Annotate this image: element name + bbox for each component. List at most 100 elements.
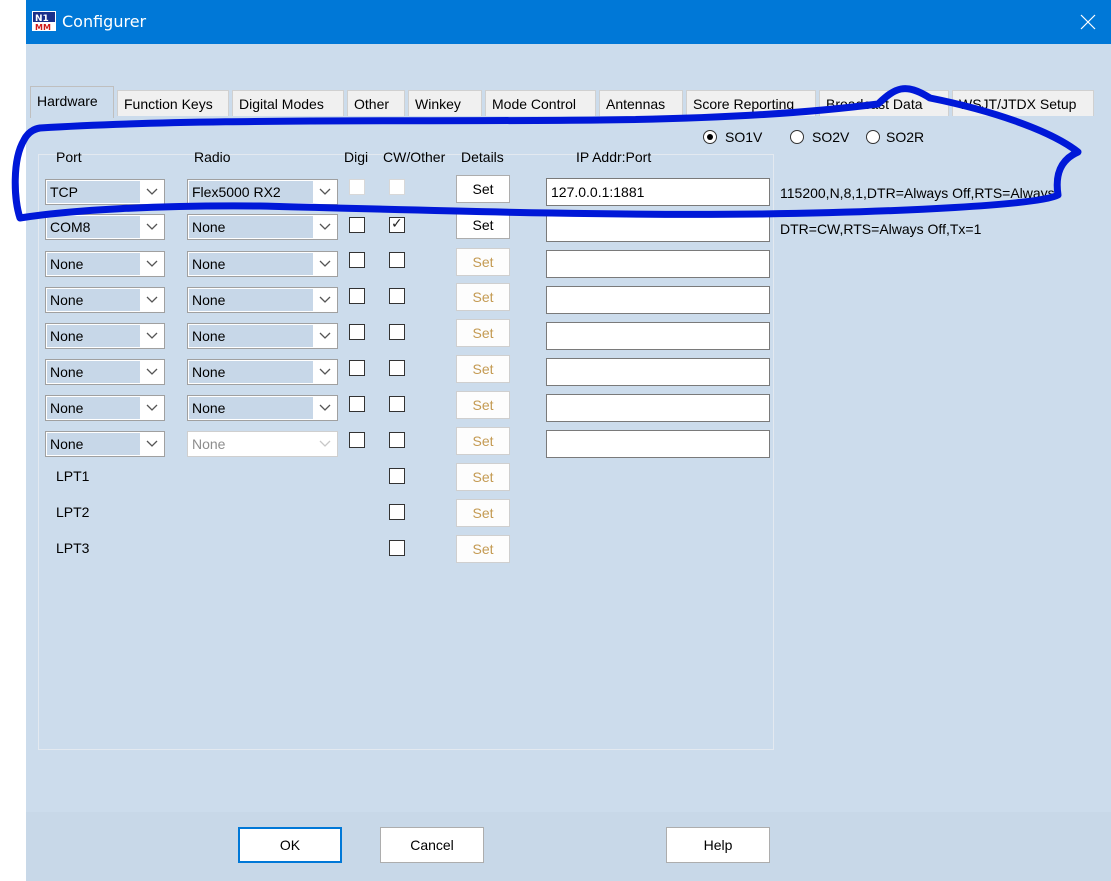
port-value: None [47, 397, 140, 419]
ip-addr-input[interactable] [546, 430, 770, 458]
tab-broadcast-data[interactable]: Broadcast Data [819, 90, 949, 116]
set-button[interactable]: Set [456, 463, 510, 491]
ip-addr-input[interactable] [546, 358, 770, 386]
chevron-down-icon [146, 404, 158, 411]
set-button[interactable]: Set [456, 499, 510, 527]
so2v-label: SO2V [812, 129, 850, 145]
digi-checkbox[interactable] [349, 288, 365, 304]
radio-select[interactable]: None [187, 214, 338, 240]
chevron-down-icon [319, 260, 331, 267]
port-settings-text: DTR=CW,RTS=Always Off,Tx=1 [780, 221, 982, 237]
ip-addr-input[interactable] [546, 394, 770, 422]
set-button[interactable]: Set [456, 283, 510, 311]
tab-mode-control[interactable]: Mode Control [485, 90, 596, 116]
radio-value: None [189, 361, 313, 383]
radio-value: None [189, 253, 313, 275]
cw-other-checkbox[interactable] [389, 324, 405, 340]
cw-other-checkbox[interactable] [389, 504, 405, 520]
chevron-down-icon [146, 260, 158, 267]
port-select[interactable]: TCP [45, 179, 165, 205]
close-icon [1080, 14, 1096, 30]
cw-other-checkbox[interactable] [389, 360, 405, 376]
details-header: Details [461, 149, 504, 165]
ok-button[interactable]: OK [238, 827, 342, 863]
radio-select[interactable]: None [187, 251, 338, 277]
cw-other-header: CW/Other [383, 149, 446, 165]
cw-other-checkbox[interactable] [389, 288, 405, 304]
set-button[interactable]: Set [456, 391, 510, 419]
radio-select[interactable]: None [187, 359, 338, 385]
cancel-button[interactable]: Cancel [380, 827, 484, 863]
set-button[interactable]: Set [456, 211, 510, 239]
port-select[interactable]: None [45, 395, 165, 421]
port-select[interactable]: COM8 [45, 214, 165, 240]
close-button[interactable] [1065, 0, 1111, 44]
radio-select[interactable]: None [187, 395, 338, 421]
lpt2-label: LPT2 [56, 504, 90, 520]
ip-addr-input[interactable] [546, 286, 770, 314]
ip-addr-input[interactable]: 127.0.0.1:1881 [546, 178, 770, 206]
port-select[interactable]: None [45, 359, 165, 385]
set-button[interactable]: Set [456, 175, 510, 203]
radio-value: None [189, 216, 313, 238]
set-button[interactable]: Set [456, 248, 510, 276]
digi-checkbox[interactable] [349, 324, 365, 340]
cw-other-checkbox[interactable] [389, 252, 405, 268]
title-bar: N1 MM Configurer [26, 0, 1111, 44]
radio-select: None [187, 431, 338, 457]
port-value: None [47, 289, 140, 311]
radio-value: None [189, 397, 313, 419]
so2r-label: SO2R [886, 129, 925, 145]
so1v-radio[interactable] [703, 130, 717, 144]
chevron-down-icon [319, 332, 331, 339]
set-button[interactable]: Set [456, 535, 510, 563]
digi-checkbox[interactable] [349, 252, 365, 268]
digi-checkbox[interactable] [349, 360, 365, 376]
radio-select[interactable]: None [187, 323, 338, 349]
lpt3-label: LPT3 [56, 540, 90, 556]
cw-other-checkbox[interactable] [389, 215, 405, 233]
tab-function-keys[interactable]: Function Keys [117, 90, 229, 116]
ip-addr-input[interactable] [546, 214, 770, 242]
port-select[interactable]: None [45, 251, 165, 277]
help-button[interactable]: Help [666, 827, 770, 863]
tab-score-reporting[interactable]: Score Reporting [686, 90, 816, 116]
tab-winkey[interactable]: Winkey [408, 90, 482, 116]
port-value: None [47, 433, 140, 455]
digi-checkbox[interactable] [349, 217, 365, 233]
radio-select[interactable]: None [187, 287, 338, 313]
set-button[interactable]: Set [456, 319, 510, 347]
set-button[interactable]: Set [456, 427, 510, 455]
chevron-down-icon [146, 188, 158, 195]
cw-other-checkbox[interactable] [389, 540, 405, 556]
n1mm-logo-icon: N1 MM [32, 11, 56, 31]
radio-select[interactable]: Flex5000 RX2 [187, 179, 338, 205]
dialog-footer: OK Cancel Help [26, 812, 1111, 881]
cw-other-checkbox[interactable] [389, 396, 405, 412]
tab-antennas[interactable]: Antennas [599, 90, 683, 116]
ip-addr-input[interactable] [546, 322, 770, 350]
set-button[interactable]: Set [456, 355, 510, 383]
radio-value: None [189, 433, 313, 455]
so2r-radio[interactable] [866, 130, 880, 144]
tab-digital-modes[interactable]: Digital Modes [232, 90, 344, 116]
tab-wsjt-jtdx-setup[interactable]: WSJT/JTDX Setup [952, 90, 1094, 116]
digi-checkbox[interactable] [349, 179, 365, 195]
tab-hardware[interactable]: Hardware [30, 86, 114, 118]
chevron-down-icon [319, 368, 331, 375]
tab-other[interactable]: Other [347, 90, 405, 116]
port-select[interactable]: None [45, 287, 165, 313]
chevron-down-icon [319, 188, 331, 195]
radio-value: None [189, 325, 313, 347]
digi-checkbox[interactable] [349, 432, 365, 448]
chevron-down-icon [146, 440, 158, 447]
cw-other-checkbox[interactable] [389, 432, 405, 448]
chevron-down-icon [319, 223, 331, 230]
port-select[interactable]: None [45, 323, 165, 349]
port-select[interactable]: None [45, 431, 165, 457]
ip-addr-input[interactable] [546, 250, 770, 278]
so2v-radio[interactable] [790, 130, 804, 144]
digi-checkbox[interactable] [349, 396, 365, 412]
cw-other-checkbox[interactable] [389, 179, 405, 195]
cw-other-checkbox[interactable] [389, 468, 405, 484]
